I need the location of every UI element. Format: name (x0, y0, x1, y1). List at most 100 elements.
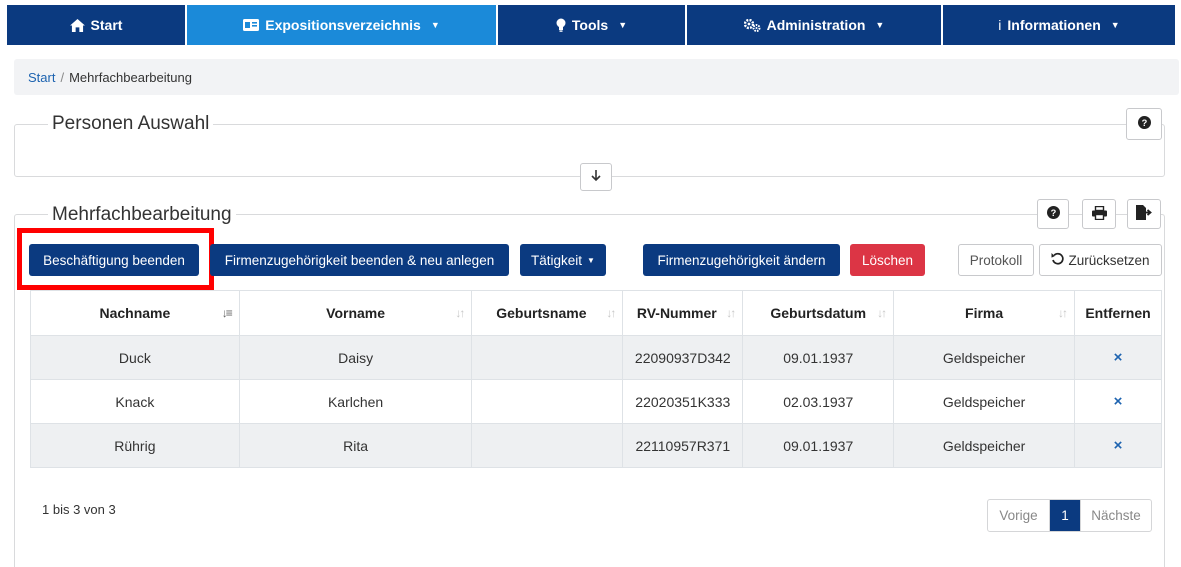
activity-dropdown-button[interactable]: Tätigkeit ▼ (520, 244, 606, 276)
remove-icon[interactable]: × (1114, 393, 1123, 410)
sort-ascending-icon: ↓≡ (221, 306, 233, 320)
svg-text:?: ? (1141, 118, 1147, 128)
nav-informationen[interactable]: i Informationen ▼ (943, 5, 1175, 45)
cell-entfernen: × (1073, 335, 1163, 380)
table-row[interactable]: Rührig Rita 22110957R371 09.01.1937 Geld… (30, 423, 1163, 468)
reset-button[interactable]: Zurücksetzen (1039, 244, 1162, 276)
protocol-button[interactable]: Protokoll (958, 244, 1034, 276)
cell-geburtsname (471, 423, 624, 468)
table-info-text: 1 bis 3 von 3 (42, 502, 116, 517)
nav-start[interactable]: Start (7, 5, 187, 45)
chevron-down-icon: ▼ (618, 20, 628, 30)
employees-table: Nachname ↓≡ Vorname ↓↑ Geburtsname ↓↑ RV… (30, 290, 1163, 468)
column-header-vorname[interactable]: Vorname ↓↑ (238, 290, 473, 336)
id-card-icon (243, 19, 260, 31)
print-icon (1091, 205, 1107, 223)
nav-start-label: Start (90, 17, 123, 33)
cell-geburtsdatum: 09.01.1937 (742, 335, 895, 380)
sort-icon: ↓↑ (455, 306, 465, 320)
breadcrumb-home-link[interactable]: Start (28, 70, 55, 85)
print-button[interactable] (1082, 199, 1116, 229)
cell-entfernen: × (1073, 379, 1163, 424)
breadcrumb-separator: / (60, 69, 65, 85)
end-employment-button[interactable]: Beschäftigung beenden (29, 244, 199, 276)
cell-geburtsdatum: 09.01.1937 (742, 423, 895, 468)
nav-tools-label: Tools (571, 17, 609, 33)
export-button[interactable] (1127, 199, 1161, 229)
cell-firma: Geldspeicher (893, 423, 1075, 468)
personen-auswahl-title: Personen Auswahl (48, 113, 214, 135)
remove-icon[interactable]: × (1114, 437, 1123, 454)
change-membership-button[interactable]: Firmenzugehörigkeit ändern (643, 244, 840, 276)
nav-tools[interactable]: Tools ▼ (498, 5, 687, 45)
cell-entfernen: × (1073, 423, 1163, 468)
column-header-rv-nummer[interactable]: RV-Nummer ↓↑ (622, 290, 744, 336)
pagination-prev-button[interactable]: Vorige (988, 500, 1050, 531)
nav-informationen-label: Informationen (1007, 17, 1101, 33)
cell-nachname: Rührig (30, 423, 240, 468)
lightbulb-icon (556, 18, 566, 32)
column-header-geburtsname[interactable]: Geburtsname ↓↑ (471, 290, 624, 336)
top-navigation: Start Expositionsverzeichnis ▼ Tools ▼ A… (7, 5, 1175, 45)
breadcrumb-current: Mehrfachbearbeitung (69, 69, 192, 85)
question-circle-icon: ? (1137, 116, 1151, 132)
gears-icon (743, 18, 761, 32)
chevron-down-icon: ▼ (875, 20, 885, 30)
header-label: Firma (965, 305, 1004, 321)
table-header-row: Nachname ↓≡ Vorname ↓↑ Geburtsname ↓↑ RV… (30, 290, 1163, 336)
remove-icon[interactable]: × (1114, 349, 1123, 366)
cell-geburtsname (471, 335, 624, 380)
cell-geburtsname (471, 379, 624, 424)
pagination-next-button[interactable]: Nächste (1080, 500, 1151, 531)
table-row[interactable]: Duck Daisy 22090937D342 09.01.1937 Gelds… (30, 335, 1163, 380)
nav-administration[interactable]: Administration ▼ (687, 5, 943, 45)
table-row[interactable]: Knack Karlchen 22020351K333 02.03.1937 G… (30, 379, 1163, 424)
cell-nachname: Duck (30, 335, 240, 380)
reset-label: Zurücksetzen (1068, 252, 1150, 268)
header-label: Geburtsdatum (770, 305, 867, 321)
expand-toggle-button[interactable] (580, 163, 612, 191)
cell-firma: Geldspeicher (893, 335, 1075, 380)
cell-geburtsdatum: 02.03.1937 (742, 379, 895, 424)
cell-vorname: Karlchen (238, 379, 473, 424)
chevron-down-icon: ▼ (430, 20, 440, 30)
cell-vorname: Daisy (238, 335, 473, 380)
sort-icon: ↓↑ (726, 306, 736, 320)
home-icon (69, 18, 85, 32)
header-label: Nachname (99, 305, 171, 321)
file-export-icon (1136, 205, 1152, 223)
question-circle-icon: ? (1046, 206, 1060, 222)
help-button-mehrfach[interactable]: ? (1037, 199, 1069, 229)
undo-icon (1051, 252, 1065, 268)
column-header-firma[interactable]: Firma ↓↑ (893, 290, 1075, 336)
column-header-nachname[interactable]: Nachname ↓≡ (30, 290, 240, 336)
cell-firma: Geldspeicher (893, 379, 1075, 424)
nav-administration-label: Administration (766, 17, 866, 33)
chevron-down-icon: ▼ (1110, 20, 1120, 30)
header-label: Vorname (326, 305, 386, 321)
sort-icon: ↓↑ (606, 306, 616, 320)
mehrfachbearbeitung-title: Mehrfachbearbeitung (48, 204, 236, 226)
cell-rv-nummer: 22020351K333 (622, 379, 744, 424)
column-header-entfernen: Entfernen (1073, 290, 1163, 336)
end-and-new-membership-button[interactable]: Firmenzugehörigkeit beenden & neu anlege… (210, 244, 509, 276)
header-label: Entfernen (1085, 305, 1151, 321)
pagination: Vorige 1 Nächste (987, 499, 1152, 532)
activity-label: Tätigkeit (531, 252, 583, 268)
help-button-personen[interactable]: ? (1126, 108, 1162, 140)
breadcrumb: Start / Mehrfachbearbeitung (14, 59, 1179, 95)
cell-rv-nummer: 22110957R371 (622, 423, 744, 468)
chevron-down-icon: ▼ (587, 255, 595, 265)
nav-expositionsverzeichnis[interactable]: Expositionsverzeichnis ▼ (187, 5, 498, 45)
sort-icon: ↓↑ (1057, 306, 1068, 320)
cell-vorname: Rita (238, 423, 473, 468)
nav-expositionsverzeichnis-label: Expositionsverzeichnis (265, 17, 421, 33)
sort-icon: ↓↑ (877, 306, 887, 320)
header-label: Geburtsname (496, 305, 587, 321)
column-header-geburtsdatum[interactable]: Geburtsdatum ↓↑ (742, 290, 895, 336)
svg-text:?: ? (1050, 208, 1056, 218)
cell-rv-nummer: 22090937D342 (622, 335, 744, 380)
arrow-down-icon (590, 169, 602, 185)
pagination-page-1[interactable]: 1 (1050, 500, 1080, 531)
delete-button[interactable]: Löschen (850, 244, 925, 276)
